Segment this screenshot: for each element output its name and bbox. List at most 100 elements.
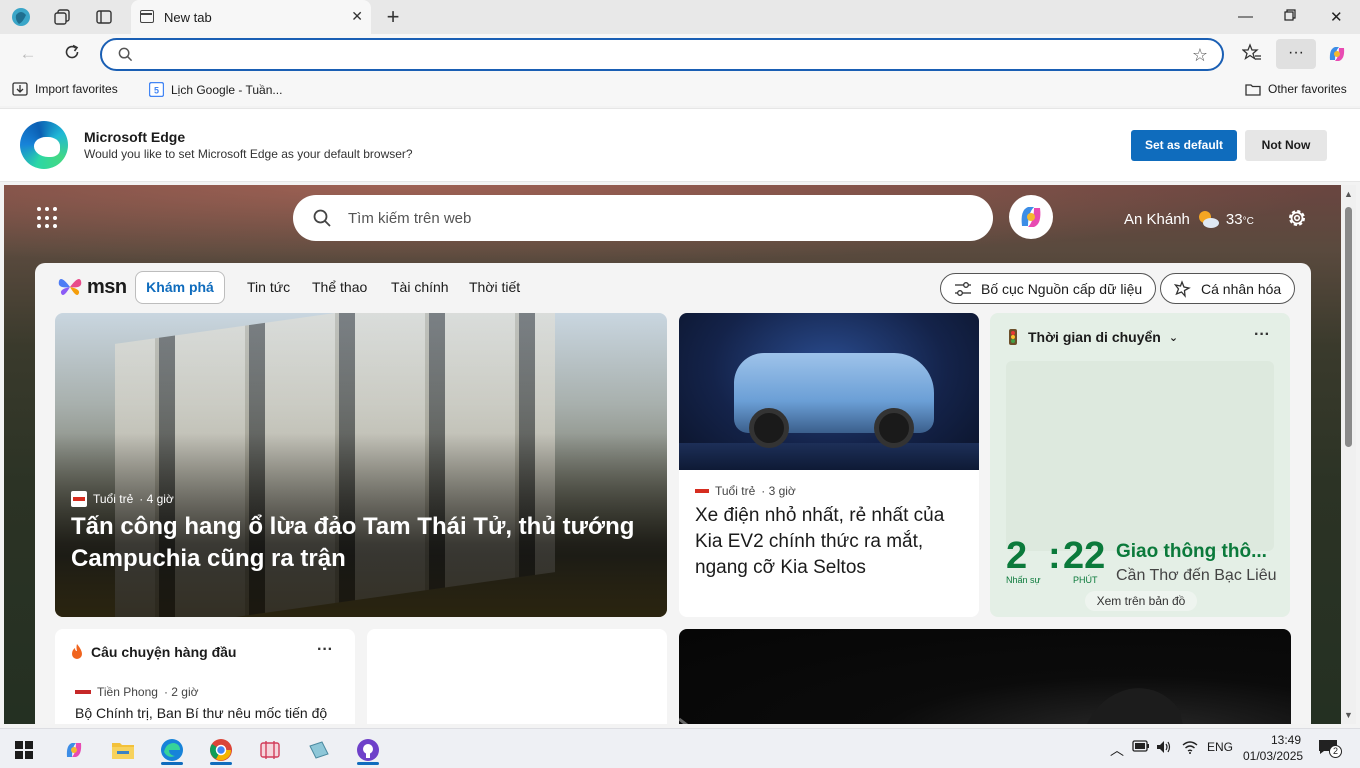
show-hidden-icons[interactable]: ︿	[1110, 740, 1124, 760]
sparkle-star-icon	[1174, 279, 1191, 298]
google-calendar-link[interactable]: 5 Lịch Google - Tuần...	[149, 82, 282, 97]
story-age: · 4 giờ	[139, 492, 174, 506]
hero-title[interactable]: Tấn công hang ổ lừa đảo Tam Thái Tử, thủ…	[71, 511, 641, 575]
close-tab-icon[interactable]: ✕	[351, 8, 363, 25]
travel-hours: 2	[1006, 535, 1028, 577]
tab-sports[interactable]: Thể thao	[312, 279, 367, 295]
folder-icon	[1245, 83, 1261, 96]
copilot-icon	[1021, 207, 1041, 227]
copilot-button[interactable]	[1009, 195, 1053, 239]
view-on-map-button[interactable]: Xem trên bản đồ	[1085, 591, 1197, 611]
set-as-default-button[interactable]: Set as default	[1131, 130, 1237, 161]
edge-logo-icon	[20, 121, 68, 169]
language-indicator[interactable]: ENG	[1207, 740, 1233, 754]
location-label: An Khánh	[1124, 210, 1190, 228]
story-source: Tuổi trẻ · 3 giờ	[695, 484, 796, 498]
feed-layout-button[interactable]: Bố cục Nguồn cấp dữ liệu	[940, 273, 1157, 304]
story-image	[679, 313, 979, 470]
app-taskbar-icon[interactable]	[300, 735, 338, 765]
other-favorites-link[interactable]: Other favorites	[1245, 82, 1347, 96]
refresh-icon[interactable]	[61, 43, 83, 65]
traffic-widget[interactable]: Thời gian di chuyển ⌄ ··· 2 Nhấn sự : 22…	[990, 313, 1290, 617]
temperature-value: 33	[1225, 210, 1243, 228]
story-title[interactable]: Bộ Chính trị, Ban Bí thư nêu mốc tiến độ	[75, 705, 327, 721]
traffic-header[interactable]: Thời gian di chuyển ⌄	[1006, 329, 1178, 345]
github-desktop-icon[interactable]	[349, 735, 387, 765]
msn-logo[interactable]: msn	[57, 275, 127, 299]
scrollbar-thumb[interactable]	[1345, 207, 1352, 447]
more-options-icon[interactable]: ···	[317, 641, 333, 659]
partly-cloudy-icon	[1198, 211, 1219, 228]
google-calendar-label: Lịch Google - Tuần...	[171, 82, 283, 97]
start-button[interactable]	[5, 735, 43, 765]
story-card[interactable]	[679, 629, 1291, 724]
restore-icon[interactable]	[1284, 8, 1296, 25]
file-explorer-icon[interactable]	[104, 735, 142, 765]
profile-icon[interactable]	[10, 6, 32, 28]
web-search-box[interactable]: Tìm kiếm trên web	[293, 195, 993, 241]
tab-weather[interactable]: Thời tiết	[469, 279, 520, 295]
windows-taskbar: ︿ ENG 13:49 01/03/2025 2	[0, 728, 1360, 768]
scroll-up-icon[interactable]: ▲	[1344, 189, 1353, 199]
tab-actions-icon[interactable]	[93, 6, 115, 28]
add-favorite-icon[interactable]: ☆	[1192, 45, 1208, 66]
import-favorites-link[interactable]: Import favorites	[12, 82, 118, 96]
new-tab-page: Tìm kiếm trên web An Khánh 33°C msn Khám…	[4, 185, 1341, 724]
workspaces-icon[interactable]	[51, 6, 73, 28]
page-scrollbar[interactable]: ▲ ▼	[1341, 185, 1356, 724]
favorites-icon[interactable]	[1241, 43, 1263, 65]
copilot-taskbar-icon[interactable]	[55, 735, 93, 765]
story-title[interactable]: Xe điện nhỏ nhất, rẻ nhất của Kia EV2 ch…	[695, 503, 970, 581]
source-name: Tuổi trẻ	[715, 484, 756, 498]
hero-story-card[interactable]: Tuổi trẻ · 4 giờ Tấn công hang ổ lừa đảo…	[55, 313, 667, 617]
more-options-button[interactable]: ···	[1276, 39, 1316, 69]
tab-new-tab[interactable]: New tab ✕	[131, 0, 371, 34]
scroll-down-icon[interactable]: ▼	[1344, 710, 1353, 720]
tuoi-tre-logo-icon	[695, 489, 709, 493]
tuoi-tre-logo-icon	[71, 491, 87, 507]
windows-logo-icon	[15, 741, 33, 759]
banner-title: Microsoft Edge	[84, 129, 186, 145]
tab-finance[interactable]: Tài chính	[391, 279, 449, 295]
back-icon[interactable]: ←	[17, 43, 39, 65]
wifi-icon[interactable]	[1182, 740, 1198, 757]
story-age: · 2 giờ	[163, 685, 199, 699]
close-window-icon[interactable]: ✕	[1330, 8, 1343, 26]
tab-news[interactable]: Tin tức	[247, 279, 290, 295]
travel-minutes-unit: PHÚT	[1073, 575, 1098, 585]
msn-brand-text: msn	[87, 275, 127, 298]
settings-gear-icon[interactable]	[1286, 207, 1308, 229]
copilot-icon[interactable]	[1326, 43, 1348, 65]
weather-widget[interactable]: An Khánh 33°C	[1124, 209, 1254, 229]
more-options-icon[interactable]: ···	[1254, 326, 1270, 344]
import-icon	[12, 82, 28, 96]
personalize-button[interactable]: Cá nhân hóa	[1160, 273, 1296, 304]
chrome-taskbar-icon[interactable]	[202, 735, 240, 765]
new-tab-button[interactable]: +	[382, 4, 404, 29]
source-name: Tiền Phong	[97, 685, 158, 699]
import-favorites-label: Import favorites	[35, 82, 118, 96]
personalize-label: Cá nhân hóa	[1201, 280, 1282, 297]
clock[interactable]: 13:49 01/03/2025	[1243, 732, 1303, 764]
story-age: · 3 giờ	[761, 484, 796, 498]
search-icon	[313, 209, 331, 227]
battery-icon[interactable]	[1132, 740, 1150, 755]
tab-discover[interactable]: Khám phá	[135, 271, 225, 304]
calendar-icon: 5	[149, 82, 164, 97]
svg-text:5: 5	[154, 86, 159, 96]
edge-taskbar-icon[interactable]	[153, 735, 191, 765]
address-bar[interactable]: ☆	[100, 38, 1224, 71]
top-stories-card[interactable]: Câu chuyện hàng đầu ··· Tiền Phong · 2 g…	[55, 629, 355, 724]
story-card[interactable]: Tuổi trẻ · 3 giờ Xe điện nhỏ nhất, rẻ nh…	[679, 313, 979, 617]
snipping-tool-icon[interactable]	[251, 735, 289, 765]
story-image	[679, 688, 1183, 724]
minimize-icon[interactable]: —	[1238, 8, 1253, 25]
not-now-button[interactable]: Not Now	[1245, 130, 1327, 161]
volume-icon[interactable]	[1156, 740, 1172, 757]
notification-center-icon[interactable]: 2	[1318, 739, 1342, 758]
traffic-heading: Thời gian di chuyển	[1028, 329, 1161, 345]
flame-icon	[72, 644, 82, 659]
travel-hours-unit: Nhấn sự	[1006, 575, 1041, 585]
chevron-down-icon: ⌄	[1168, 331, 1179, 344]
app-launcher-icon[interactable]	[37, 207, 59, 229]
